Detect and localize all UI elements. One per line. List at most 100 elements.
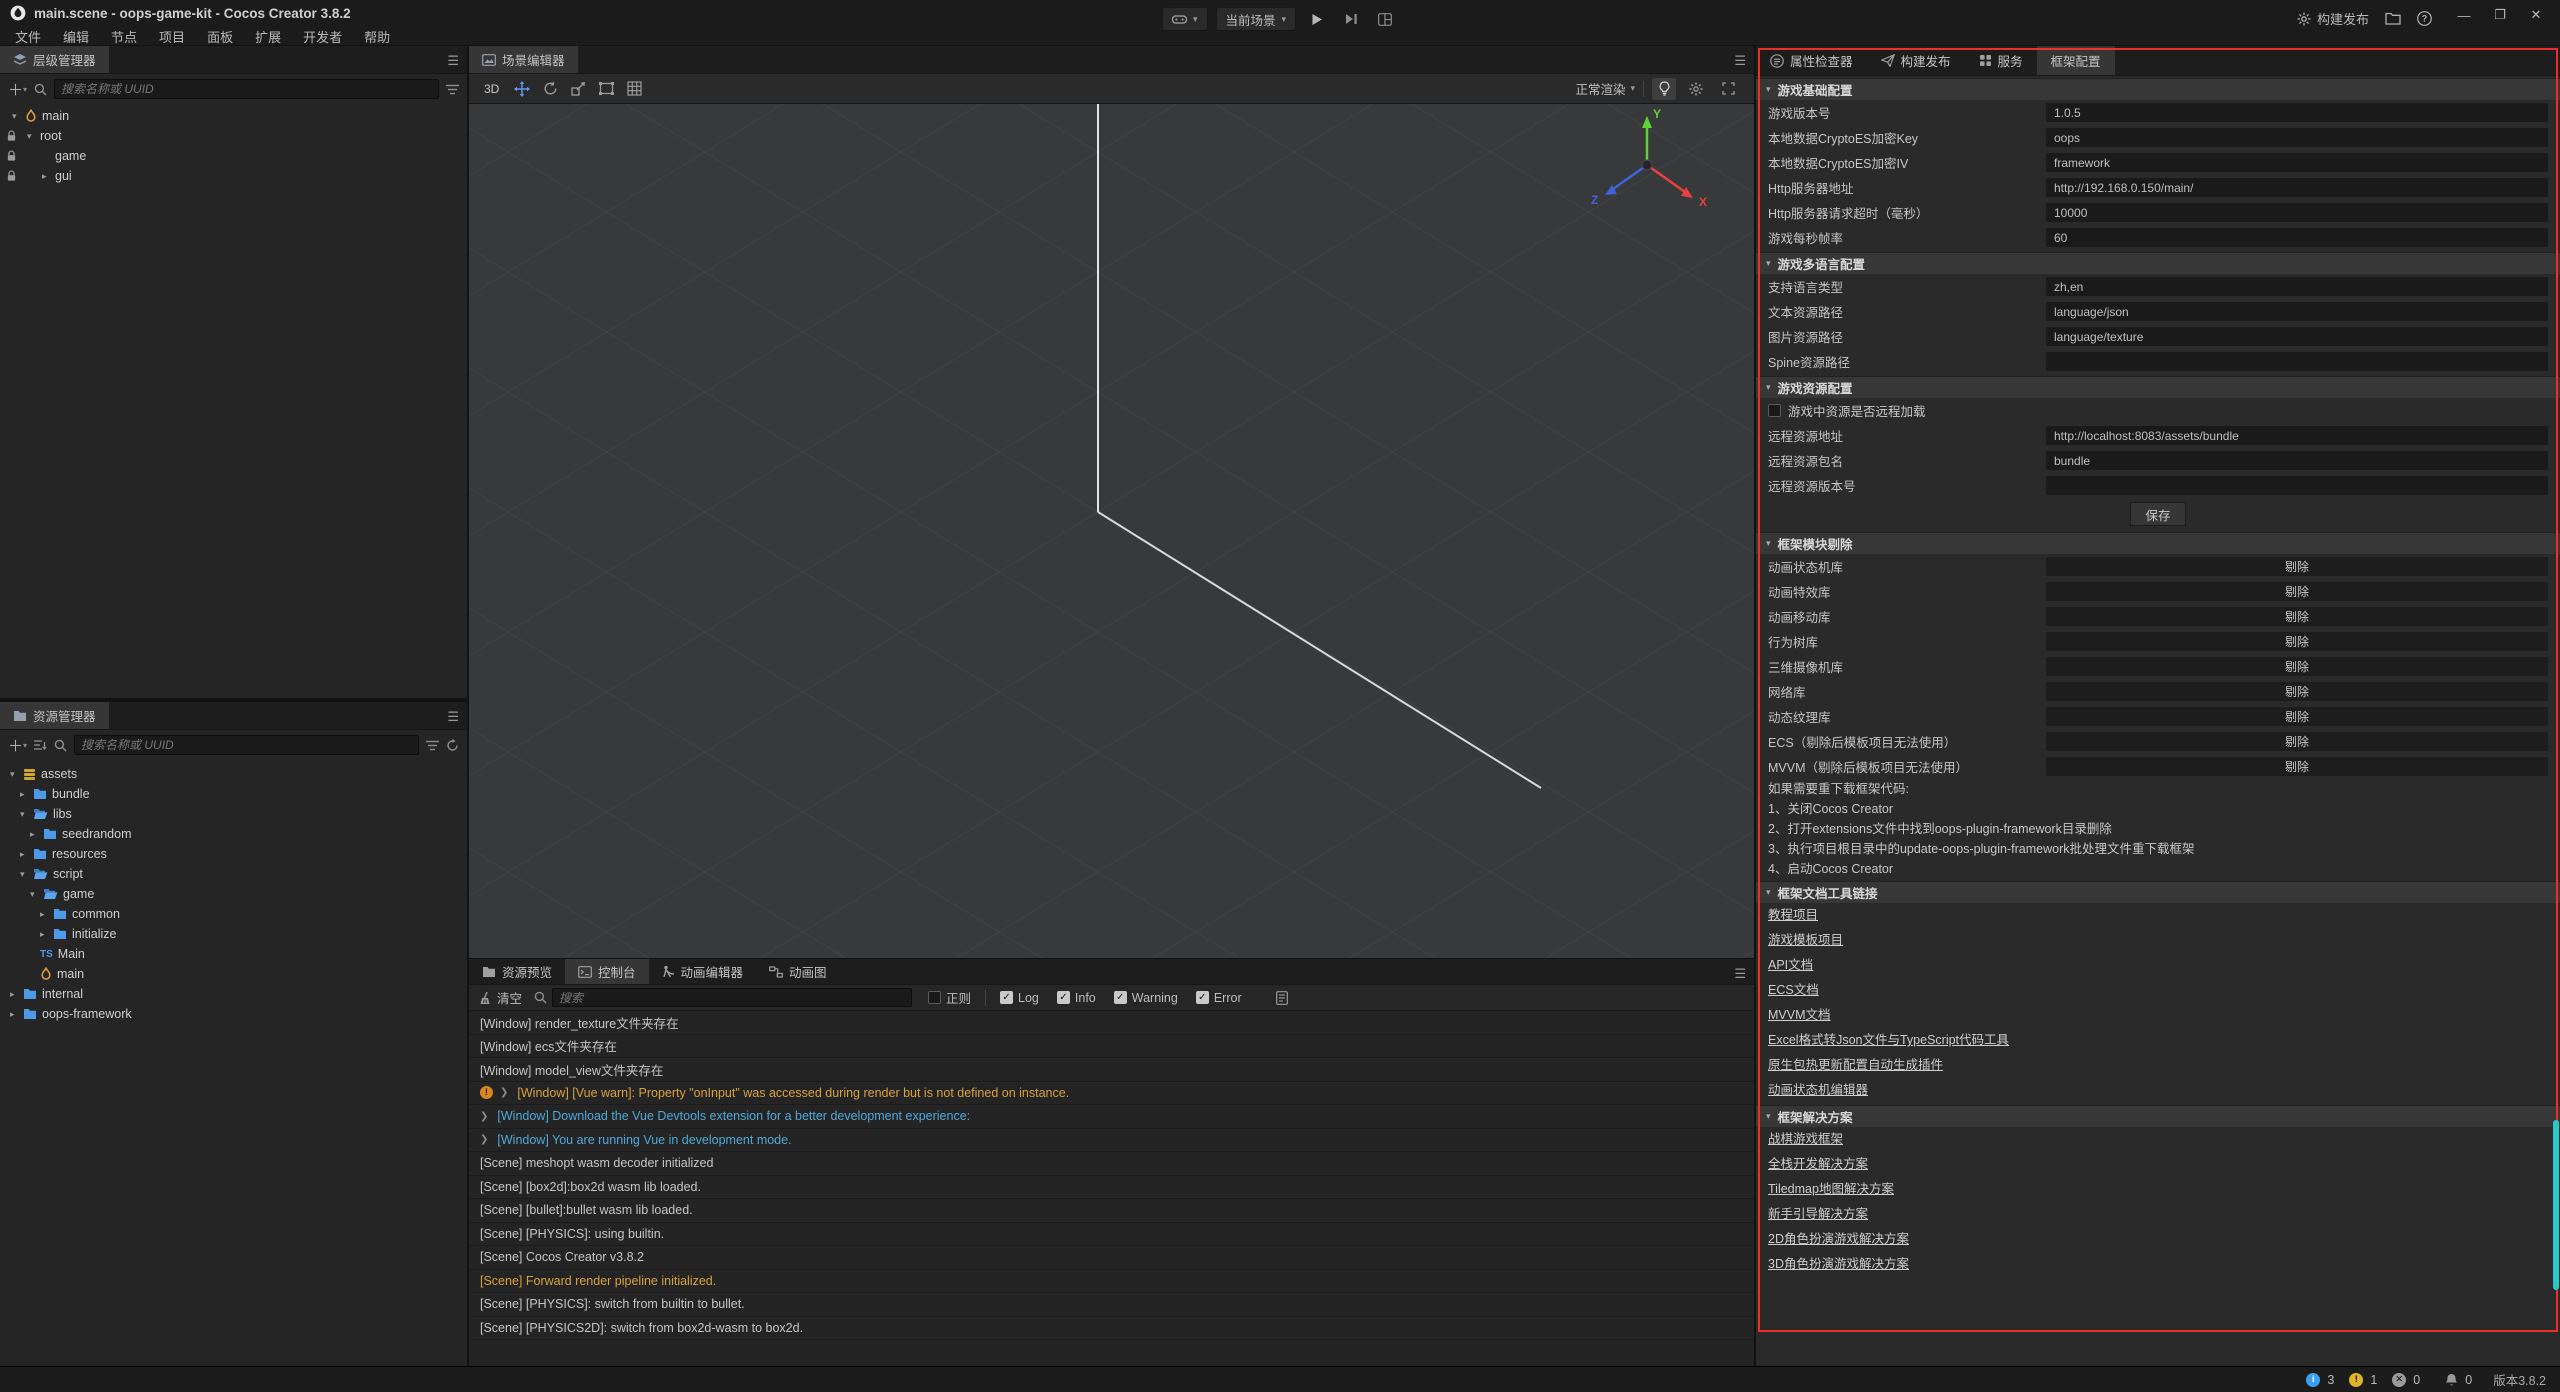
hierarchy-search-input[interactable] bbox=[54, 79, 439, 99]
remove-module-button[interactable]: 剔除 bbox=[2046, 757, 2548, 776]
section-header[interactable]: ▾框架模块剔除 bbox=[1756, 532, 2560, 554]
tree-node-game[interactable]: game bbox=[0, 146, 467, 166]
menu-项目[interactable]: 项目 bbox=[148, 27, 196, 46]
field-input[interactable] bbox=[2046, 352, 2548, 371]
link-3D角色扮演游戏解决方案[interactable]: 3D角色扮演游戏解决方案 bbox=[1756, 1252, 2560, 1277]
log-row-9[interactable]: [Scene] [PHYSICS]: using builtin. bbox=[469, 1223, 1754, 1247]
tree-node-seedrandom[interactable]: ▸seedrandom bbox=[0, 824, 467, 844]
field-input[interactable] bbox=[2046, 426, 2548, 445]
tree-node-bundle[interactable]: ▸bundle bbox=[0, 784, 467, 804]
log-row-2[interactable]: [Window] model_view文件夹存在 bbox=[469, 1058, 1754, 1082]
link-原生包热更新配置自动生成插件[interactable]: 原生包热更新配置自动生成插件 bbox=[1756, 1053, 2560, 1078]
tree-node-internal[interactable]: ▸internal bbox=[0, 984, 467, 1004]
link-ECS文档[interactable]: ECS文档 bbox=[1756, 978, 2560, 1003]
tree-node-Main[interactable]: TSMain bbox=[0, 944, 467, 964]
expand-chevron-icon[interactable]: ❯ bbox=[480, 1134, 488, 1145]
menu-节点[interactable]: 节点 bbox=[100, 27, 148, 46]
tab-框架配置[interactable]: 框架配置 bbox=[2037, 46, 2115, 75]
section-header[interactable]: ▾框架文档工具链接 bbox=[1756, 881, 2560, 903]
chevron-down-icon[interactable]: ▾ bbox=[20, 809, 33, 820]
error-icon[interactable]: ✕ bbox=[2392, 1373, 2406, 1387]
preview-target-select[interactable]: ▾ bbox=[1162, 7, 1208, 31]
filter-info-checkbox[interactable]: ✓Info bbox=[1057, 991, 1096, 1005]
tab-控制台[interactable]: 控制台 bbox=[565, 959, 649, 984]
field-input[interactable] bbox=[2046, 476, 2548, 495]
tab-hierarchy[interactable]: 层级管理器 bbox=[0, 46, 109, 73]
move-tool-icon[interactable] bbox=[510, 78, 534, 100]
chevron-down-icon[interactable]: ▾ bbox=[20, 869, 33, 880]
tree-node-oops-framework[interactable]: ▸oops-framework bbox=[0, 1004, 467, 1024]
clear-console-button[interactable]: 清空 bbox=[479, 988, 522, 1007]
refresh-icon[interactable] bbox=[446, 739, 459, 752]
remove-module-button[interactable]: 剔除 bbox=[2046, 582, 2548, 601]
add-asset-button[interactable]: ＋▾ bbox=[8, 735, 27, 756]
menu-文件[interactable]: 文件 bbox=[4, 27, 52, 46]
info-icon[interactable]: i bbox=[2306, 1373, 2320, 1387]
tab-构建发布[interactable]: 构建发布 bbox=[1867, 46, 1965, 75]
field-input[interactable] bbox=[2046, 103, 2548, 122]
menu-扩展[interactable]: 扩展 bbox=[244, 27, 292, 46]
remove-module-button[interactable]: 剔除 bbox=[2046, 732, 2548, 751]
panel-menu-icon[interactable]: ☰ bbox=[1734, 53, 1746, 69]
log-row-1[interactable]: [Window] ecs文件夹存在 bbox=[469, 1035, 1754, 1059]
remove-module-button[interactable]: 剔除 bbox=[2046, 632, 2548, 651]
sort-icon[interactable] bbox=[34, 739, 47, 751]
log-row-5[interactable]: ❯[Window] You are running Vue in develop… bbox=[469, 1129, 1754, 1153]
link-API文档[interactable]: API文档 bbox=[1756, 953, 2560, 978]
filter-icon[interactable] bbox=[426, 740, 439, 751]
menu-编辑[interactable]: 编辑 bbox=[52, 27, 100, 46]
log-row-3[interactable]: !❯[Window] [Vue warn]: Property "onInput… bbox=[469, 1082, 1754, 1106]
close-button[interactable]: ✕ bbox=[2518, 2, 2554, 28]
warning-icon[interactable]: ! bbox=[2349, 1373, 2363, 1387]
log-row-4[interactable]: ❯[Window] Download the Vue Devtools exte… bbox=[469, 1105, 1754, 1129]
section-header[interactable]: ▾游戏资源配置 bbox=[1756, 376, 2560, 398]
save-button[interactable]: 保存 bbox=[2130, 502, 2186, 526]
chevron-right-icon[interactable]: ▸ bbox=[20, 849, 33, 860]
remove-module-button[interactable]: 剔除 bbox=[2046, 557, 2548, 576]
menu-帮助[interactable]: 帮助 bbox=[353, 27, 401, 46]
tab-assets[interactable]: 资源管理器 bbox=[0, 702, 109, 729]
chevron-down-icon[interactable]: ▾ bbox=[10, 769, 23, 780]
dimension-toggle[interactable]: 3D bbox=[477, 82, 506, 96]
tree-node-common[interactable]: ▸common bbox=[0, 904, 467, 924]
field-input[interactable] bbox=[2046, 277, 2548, 296]
chevron-right-icon[interactable]: ▸ bbox=[20, 789, 33, 800]
log-row-13[interactable]: [Scene] [PHYSICS2D]: switch from box2d-w… bbox=[469, 1317, 1754, 1341]
tab-属性检查器[interactable]: 属性检查器 bbox=[1756, 46, 1867, 75]
expand-icon[interactable] bbox=[1716, 78, 1740, 100]
chevron-down-icon[interactable]: ▾ bbox=[12, 111, 25, 122]
panel-menu-icon[interactable]: ☰ bbox=[447, 709, 459, 725]
field-input[interactable] bbox=[2046, 128, 2548, 147]
remove-module-button[interactable]: 剔除 bbox=[2046, 682, 2548, 701]
help-icon[interactable]: ? bbox=[2417, 11, 2432, 26]
log-row-7[interactable]: [Scene] [box2d]:box2d wasm lib loaded. bbox=[469, 1176, 1754, 1200]
tree-node-game[interactable]: ▾game bbox=[0, 884, 467, 904]
link-Tiledmap地图解决方案[interactable]: Tiledmap地图解决方案 bbox=[1756, 1177, 2560, 1202]
chevron-down-icon[interactable]: ▾ bbox=[27, 131, 40, 142]
filter-error-checkbox[interactable]: ✓Error bbox=[1196, 991, 1242, 1005]
log-row-11[interactable]: [Scene] Forward render pipeline initiali… bbox=[469, 1270, 1754, 1294]
tab-服务[interactable]: 服务 bbox=[1965, 46, 2037, 75]
chevron-down-icon[interactable]: ▾ bbox=[30, 889, 43, 900]
link-战棋游戏框架[interactable]: 战棋游戏框架 bbox=[1756, 1127, 2560, 1152]
field-input[interactable] bbox=[2046, 327, 2548, 346]
tree-node-gui[interactable]: ▸gui bbox=[0, 166, 467, 186]
chevron-right-icon[interactable]: ▸ bbox=[42, 171, 55, 182]
menu-面板[interactable]: 面板 bbox=[196, 27, 244, 46]
tree-node-resources[interactable]: ▸resources bbox=[0, 844, 467, 864]
link-动画状态机编辑器[interactable]: 动画状态机编辑器 bbox=[1756, 1078, 2560, 1103]
bell-icon[interactable] bbox=[2445, 1373, 2458, 1387]
tree-node-main[interactable]: ▾main bbox=[0, 106, 467, 126]
remove-module-button[interactable]: 剔除 bbox=[2046, 707, 2548, 726]
section-header[interactable]: ▾游戏基础配置 bbox=[1756, 78, 2560, 100]
tree-node-libs[interactable]: ▾libs bbox=[0, 804, 467, 824]
link-全栈开发解决方案[interactable]: 全栈开发解决方案 bbox=[1756, 1152, 2560, 1177]
scene-picker-select[interactable]: 当前场景 ▾ bbox=[1215, 7, 1296, 31]
collapse-log-icon[interactable] bbox=[1276, 991, 1288, 1005]
link-Excel格式转Json文件与TypeScript代码工具[interactable]: Excel格式转Json文件与TypeScript代码工具 bbox=[1756, 1028, 2560, 1053]
axis-gizmo[interactable]: Y X Z bbox=[1569, 104, 1729, 224]
add-node-button[interactable]: ＋▾ bbox=[8, 79, 27, 100]
layout-icon[interactable] bbox=[1372, 7, 1398, 31]
section-header[interactable]: ▾游戏多语言配置 bbox=[1756, 252, 2560, 274]
console-search-input[interactable] bbox=[552, 988, 912, 1007]
